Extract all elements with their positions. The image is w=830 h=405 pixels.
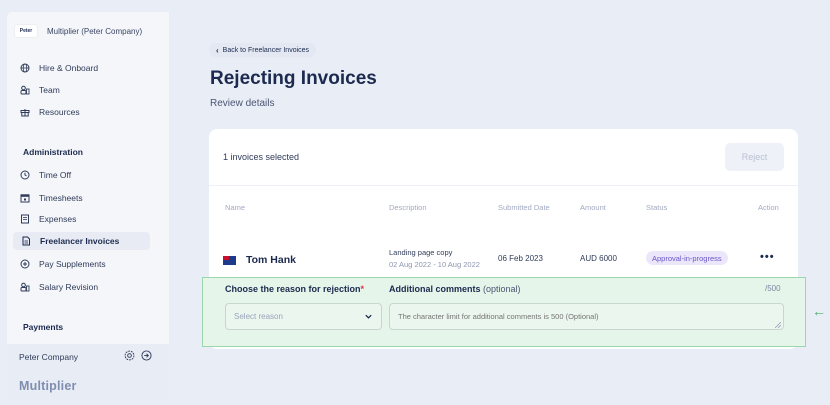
- comments-input[interactable]: [389, 303, 784, 330]
- reason-label: Choose the reason for rejection*: [225, 284, 364, 294]
- chevron-down-icon: [365, 314, 372, 319]
- sidebar-item-team[interactable]: Team: [20, 83, 60, 97]
- sidebar-item-label: Pay Supplements: [39, 259, 106, 269]
- team-icon: [20, 85, 30, 95]
- settings-gear-icon[interactable]: [124, 350, 135, 361]
- column-header-name: Name: [225, 203, 246, 212]
- brand-logo: Multiplier: [19, 379, 77, 393]
- company-switcher[interactable]: Peter Multiplier (Peter Company): [15, 25, 142, 37]
- company-switch-label[interactable]: Peter Company: [19, 352, 78, 362]
- resize-grip-icon[interactable]: [775, 322, 781, 328]
- invoice-description: Landing page copy 02 Aug 2022 - 10 Aug 2…: [389, 247, 480, 271]
- invoice-amount: AUD 6000: [580, 254, 617, 263]
- sidebar-item-label: Expenses: [39, 214, 77, 224]
- more-actions-icon[interactable]: •••: [760, 251, 775, 263]
- comments-optional-text: (optional): [483, 284, 521, 294]
- australia-flag-icon: [223, 255, 236, 265]
- status-badge: Approval-in-progress: [646, 251, 728, 265]
- comments-label: Additional comments (optional): [389, 284, 521, 294]
- sidebar-item-salary-revision[interactable]: Salary Revision: [20, 280, 98, 294]
- chevron-left-icon: ‹: [216, 45, 219, 55]
- sidebar-item-timesheets[interactable]: Timesheets: [20, 191, 83, 205]
- sidebar-item-label: Hire & Onboard: [39, 63, 99, 73]
- sidebar-item-resources[interactable]: Resources: [20, 105, 80, 119]
- arrow-left-icon: ←: [812, 303, 826, 319]
- sidebar-item-label: Team: [39, 85, 60, 95]
- char-limit: /500: [765, 284, 781, 293]
- page-title: Rejecting Invoices: [210, 68, 377, 89]
- clock-icon: [20, 170, 30, 180]
- column-header-amount: Amount: [580, 203, 606, 212]
- arrow-right-circle-icon[interactable]: [141, 350, 152, 361]
- sidebar-item-pay-supplements[interactable]: Pay Supplements: [20, 257, 106, 271]
- submitted-date: 06 Feb 2023: [498, 254, 543, 263]
- column-header-submitted-date: Submitted Date: [498, 203, 550, 212]
- sidebar-item-freelancer-invoices[interactable]: Freelancer Invoices: [13, 232, 150, 250]
- page-subtitle: Review details: [210, 98, 275, 109]
- sidebar-item-label: Freelancer Invoices: [40, 236, 120, 246]
- section-title-payments: Payments: [23, 322, 64, 332]
- sidebar-item-hire-onboard[interactable]: Hire & Onboard: [20, 61, 98, 75]
- back-to-invoices-link[interactable]: ‹ Back to Freelancer Invoices: [209, 43, 317, 57]
- sidebar-item-expenses[interactable]: Expenses: [20, 212, 76, 226]
- footer-icons: [124, 350, 152, 361]
- company-logo: Peter: [15, 25, 37, 37]
- reason-label-text: Choose the reason for rejection: [225, 284, 361, 294]
- sidebar-item-label: Resources: [39, 107, 80, 117]
- freelancer-name-text: Tom Hank: [246, 254, 296, 266]
- column-header-description: Description: [389, 203, 427, 212]
- gift-icon: [20, 109, 30, 117]
- sidebar-item-time-off[interactable]: Time Off: [20, 168, 71, 182]
- sidebar-item-label: Salary Revision: [39, 282, 99, 292]
- reason-select[interactable]: Select reason: [225, 303, 382, 330]
- globe-icon: [20, 63, 30, 73]
- required-mark: *: [360, 284, 365, 294]
- plus-circle-icon: [20, 259, 30, 269]
- column-header-status: Status: [646, 203, 668, 212]
- rejection-panel: Choose the reason for rejection* Additio…: [202, 277, 806, 347]
- reason-select-placeholder: Select reason: [234, 312, 283, 321]
- back-link-label: Back to Freelancer Invoices: [222, 46, 310, 54]
- invoice-icon: [22, 236, 30, 246]
- calendar-icon: [20, 194, 30, 203]
- team-icon: [20, 282, 30, 292]
- sidebar-footer: Peter Company Multiplier: [7, 344, 169, 400]
- sidebar-item-label: Timesheets: [39, 193, 83, 203]
- column-header-action: Action: [758, 203, 779, 212]
- description-text: Landing page copy: [389, 248, 453, 257]
- selected-count: 1 invoices selected: [223, 152, 300, 162]
- sidebar-item-label: Time Off: [39, 170, 72, 180]
- freelancer-name: Tom Hank: [223, 254, 296, 266]
- section-title-administration: Administration: [23, 147, 83, 157]
- reject-button[interactable]: Reject: [725, 143, 784, 171]
- card-header: 1 invoices selected Reject: [209, 129, 798, 186]
- company-name: Multiplier (Peter Company): [47, 26, 143, 36]
- receipt-icon: [21, 214, 29, 224]
- description-date-range: 02 Aug 2022 - 10 Aug 2022: [389, 260, 480, 269]
- comments-label-text: Additional comments: [389, 284, 481, 294]
